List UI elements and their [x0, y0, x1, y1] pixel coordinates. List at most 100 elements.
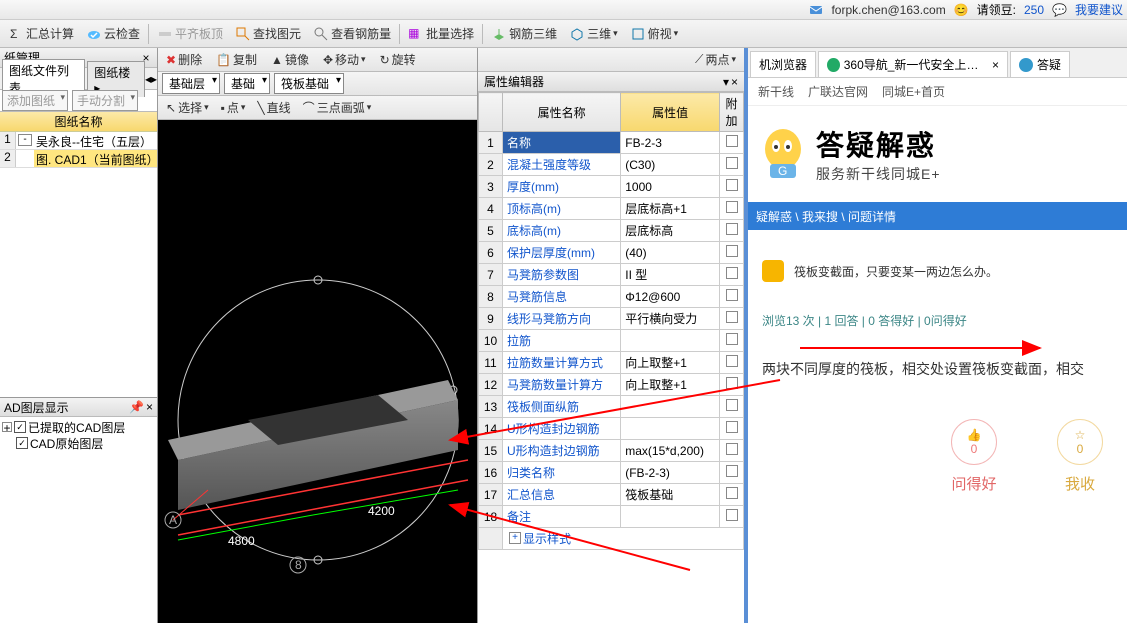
mirror-button[interactable]: ▲镜像 — [267, 49, 313, 70]
prop-value[interactable]: 向上取整+1 — [621, 374, 720, 396]
tree-item[interactable]: +✓已提取的CAD图层 — [2, 419, 155, 435]
prop-add-checkbox[interactable] — [720, 176, 744, 198]
3d-view-button[interactable]: 三维▾ — [565, 23, 622, 44]
property-row[interactable]: 9 线形马凳筋方向 平行横向受力 — [479, 308, 744, 330]
prop-value[interactable]: FB-2-3 — [621, 132, 720, 154]
property-row[interactable]: 12 马凳筋数量计算方 向上取整+1 — [479, 374, 744, 396]
prop-add-checkbox[interactable] — [720, 264, 744, 286]
suggest-link[interactable]: 我要建议 — [1075, 1, 1123, 18]
prop-value[interactable]: 层底标高+1 — [621, 198, 720, 220]
link[interactable]: 广联达官网 — [808, 83, 868, 100]
find-element-button[interactable]: 查找图元 — [231, 23, 305, 44]
property-row[interactable]: 15 U形构造封边钢筋 max(15*d,200) — [479, 440, 744, 462]
point-tool[interactable]: ▪点▾ — [217, 97, 250, 118]
type-dropdown[interactable]: 筏板基础 — [274, 73, 344, 94]
prop-value[interactable]: II 型 — [621, 264, 720, 286]
3d-viewport[interactable]: 4800 4200 A 8 — [158, 120, 477, 623]
manual-split-dropdown[interactable]: 手动分割 — [72, 90, 138, 111]
browser-tab[interactable]: 360导航_新一代安全上网导航× — [818, 51, 1008, 77]
rebar-3d-button[interactable]: 钢筋三维 — [487, 23, 561, 44]
prop-add-checkbox[interactable] — [720, 242, 744, 264]
property-row[interactable]: 7 马凳筋参数图 II 型 — [479, 264, 744, 286]
add-drawing-dropdown[interactable]: 添加图纸 — [2, 90, 68, 111]
prop-value[interactable]: (40) — [621, 242, 720, 264]
property-row[interactable]: 14 U形构造封边钢筋 — [479, 418, 744, 440]
prop-add-checkbox[interactable] — [720, 198, 744, 220]
tab-scroll-icon[interactable]: ◂▸ — [145, 72, 157, 86]
prop-add-checkbox[interactable] — [720, 132, 744, 154]
property-row[interactable]: 2 混凝土强度等级 (C30) — [479, 154, 744, 176]
prop-value[interactable]: 筏板基础 — [621, 484, 720, 506]
floor-dropdown[interactable]: 基础层 — [162, 73, 220, 94]
prop-value[interactable]: 平行横向受力 — [621, 308, 720, 330]
prop-add-checkbox[interactable] — [720, 484, 744, 506]
property-row[interactable]: 17 汇总信息 筏板基础 — [479, 484, 744, 506]
close-icon[interactable]: × — [146, 400, 153, 414]
property-row[interactable]: 13 筏板侧面纵筋 — [479, 396, 744, 418]
show-style-toggle[interactable]: 显示样式 — [507, 532, 571, 546]
browser-tab[interactable]: 答疑 — [1010, 51, 1070, 77]
close-icon[interactable]: × — [731, 75, 738, 89]
prop-value[interactable]: 层底标高 — [621, 220, 720, 242]
checkbox-icon[interactable]: ✓ — [14, 421, 26, 433]
property-row[interactable]: 8 马凳筋信息 Φ12@600 — [479, 286, 744, 308]
property-row[interactable]: 4 顶标高(m) 层底标高+1 — [479, 198, 744, 220]
prop-add-checkbox[interactable] — [720, 396, 744, 418]
prop-value[interactable]: Φ12@600 — [621, 286, 720, 308]
property-row[interactable]: 10 拉筋 — [479, 330, 744, 352]
property-row[interactable]: 3 厚度(mm) 1000 — [479, 176, 744, 198]
copy-button[interactable]: 📋复制 — [212, 49, 261, 70]
prop-value[interactable]: (C30) — [621, 154, 720, 176]
prop-value[interactable]: 向上取整+1 — [621, 352, 720, 374]
prop-value[interactable]: (FB-2-3) — [621, 462, 720, 484]
pin-icon[interactable]: 📌 — [129, 400, 144, 414]
browser-tab[interactable]: 机浏览器 — [750, 51, 816, 77]
link[interactable]: 同城E+首页 — [882, 83, 945, 100]
batch-select-button[interactable]: ▦批量选择 — [404, 23, 478, 44]
list-item[interactable]: 1 - 吴永良--住宅（五层） — [0, 132, 157, 150]
category-dropdown[interactable]: 基础 — [224, 73, 270, 94]
list-item[interactable]: 2 图. CAD1（当前图纸） — [0, 150, 157, 168]
prop-add-checkbox[interactable] — [720, 462, 744, 484]
view-rebar-button[interactable]: 查看钢筋量 — [309, 23, 395, 44]
line-tool[interactable]: ╲直线 — [253, 97, 294, 118]
vote-favorite[interactable]: ☆0 我收 — [1057, 419, 1103, 494]
tree-item[interactable]: ✓CAD原始图层 — [2, 435, 155, 451]
prop-add-checkbox[interactable] — [720, 506, 744, 528]
checkbox-icon[interactable]: ✓ — [16, 437, 28, 449]
prop-add-checkbox[interactable] — [720, 308, 744, 330]
move-button[interactable]: ✥移动▾ — [319, 49, 370, 70]
prop-add-checkbox[interactable] — [720, 374, 744, 396]
property-row[interactable]: 1 名称 FB-2-3 — [479, 132, 744, 154]
collapse-icon[interactable]: - — [18, 134, 32, 146]
level-button[interactable]: 平齐板顶 — [153, 23, 227, 44]
select-tool[interactable]: ↖选择▾ — [162, 97, 213, 118]
cloud-check-button[interactable]: 云检查 — [82, 23, 144, 44]
prop-add-checkbox[interactable] — [720, 440, 744, 462]
pin-icon[interactable]: ▾ — [723, 75, 729, 89]
prop-value[interactable] — [621, 396, 720, 418]
link[interactable]: 新干线 — [758, 83, 794, 100]
arc-tool[interactable]: ⌒三点画弧▾ — [299, 97, 376, 118]
vote-good-question[interactable]: 👍0 问得好 — [951, 419, 997, 494]
property-row[interactable]: 5 底标高(m) 层底标高 — [479, 220, 744, 242]
delete-button[interactable]: ✖删除 — [162, 49, 206, 70]
prop-value[interactable] — [621, 418, 720, 440]
property-row[interactable]: 11 拉筋数量计算方式 向上取整+1 — [479, 352, 744, 374]
property-row[interactable]: 6 保护层厚度(mm) (40) — [479, 242, 744, 264]
top-view-button[interactable]: 俯视▾ — [626, 23, 683, 44]
sum-button[interactable]: Σ汇总计算 — [4, 23, 78, 44]
prop-add-checkbox[interactable] — [720, 330, 744, 352]
rotate-button[interactable]: ↻旋转 — [376, 49, 420, 70]
property-row[interactable]: 16 归类名称 (FB-2-3) — [479, 462, 744, 484]
property-row[interactable]: 18 备注 — [479, 506, 744, 528]
prop-add-checkbox[interactable] — [720, 352, 744, 374]
prop-add-checkbox[interactable] — [720, 220, 744, 242]
prop-value[interactable]: max(15*d,200) — [621, 440, 720, 462]
prop-add-checkbox[interactable] — [720, 154, 744, 176]
prop-add-checkbox[interactable] — [720, 418, 744, 440]
prop-value[interactable]: 1000 — [621, 176, 720, 198]
prop-value[interactable] — [621, 506, 720, 528]
prop-add-checkbox[interactable] — [720, 286, 744, 308]
two-point-button[interactable]: ⟋两点▾ — [691, 49, 740, 70]
